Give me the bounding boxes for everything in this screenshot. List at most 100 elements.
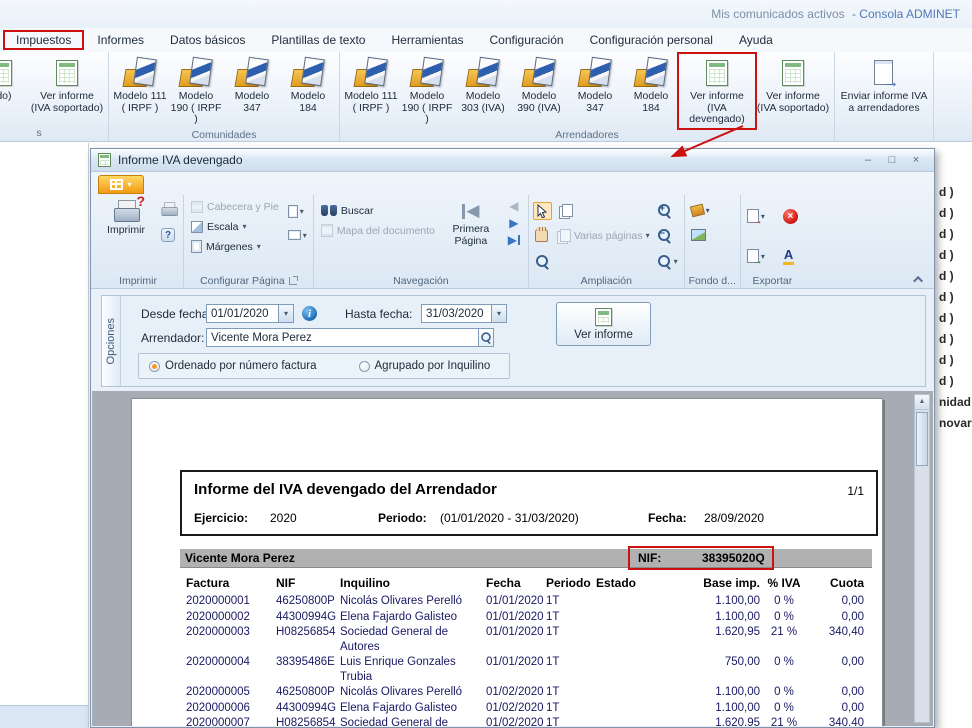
page-layout-button[interactable] (557, 202, 650, 220)
hand-tool-button[interactable] (533, 227, 552, 245)
options-tab[interactable]: Opciones (102, 296, 121, 386)
pointer-tool-button[interactable] (533, 202, 552, 220)
info-icon[interactable]: i (302, 306, 317, 321)
ribbon-button-ver-informe-iva-devengado[interactable]: Ver informe (IVA devengado) (679, 54, 755, 128)
ribbon-button-modelo-184[interactable]: Modelo 184 (623, 54, 679, 116)
ribbon-button-label: Ver informe (IVA soportado) (30, 91, 104, 114)
ribbon-button-modelo-347[interactable]: Modelo 347 (567, 54, 623, 116)
ribbon-button-modelo-303-iva[interactable]: Modelo 303 (IVA) (455, 54, 511, 116)
mapa-documento-button[interactable]: Mapa del documento (318, 221, 438, 240)
orientation-dropdown[interactable]: ▾ (286, 226, 309, 244)
document-map-icon (321, 224, 333, 237)
model-icon (411, 58, 443, 88)
radio-ordenado-label: Ordenado por número factura (165, 360, 317, 372)
next-page-button[interactable]: ▶ (504, 216, 524, 231)
close-circle-icon: × (783, 209, 798, 224)
ribbon-button-modelo-111-irpf[interactable]: Modelo 111 ( IRPF ) (343, 54, 399, 116)
last-page-button[interactable]: ▶ (504, 233, 524, 248)
radio-ordenado-numero[interactable]: Ordenado por número factura (149, 360, 317, 372)
zoom-dropdown[interactable]: ▾ (655, 252, 680, 270)
ribbon-button-modelo-190-irpf[interactable]: Modelo 190 ( IRPF ) (168, 54, 224, 128)
hasta-fecha-value: 31/03/2020 (422, 308, 491, 320)
varias-paginas-dropdown[interactable]: Varias páginas ▾ (557, 229, 650, 242)
vertical-scrollbar[interactable]: ▲ (914, 394, 930, 723)
watermark-icon (691, 229, 706, 241)
report-title: Informe del IVA devengado del Arrendador (194, 481, 497, 498)
buscar-button[interactable]: Buscar (318, 201, 438, 220)
ribbon-button-modelo-390-iva[interactable]: Modelo 390 (IVA) (511, 54, 567, 116)
previous-page-button[interactable]: ◀ (504, 199, 524, 214)
ver-informe-button[interactable]: Ver informe (556, 302, 651, 346)
arrendador-search-button[interactable] (478, 329, 493, 346)
cell: 0,00 (808, 685, 866, 701)
cell: 2020000006 (186, 701, 276, 717)
cell: Elena Fajardo Galisteo (340, 701, 486, 717)
minimize-button[interactable]: – (858, 152, 878, 168)
print-help-button[interactable]: ? (159, 226, 179, 244)
zoom-tool-button[interactable] (533, 252, 552, 270)
menu-item-herramientas[interactable]: Herramientas (378, 30, 476, 50)
escala-dropdown[interactable]: Escala ▾ (188, 217, 282, 236)
watermark-button[interactable] (689, 226, 736, 244)
close-button[interactable]: × (906, 152, 926, 168)
desde-fecha-combobox[interactable]: 01/01/2020 ▾ (206, 304, 294, 323)
ribbon-button-modelo-347[interactable]: Modelo 347 (224, 54, 280, 116)
imprimir-button[interactable]: ? Imprimir (97, 197, 155, 273)
menu-item-informes[interactable]: Informes (84, 30, 157, 50)
cell: 1T (546, 625, 596, 655)
ribbon-button-modelo-190-irpf[interactable]: Modelo 190 ( IRPF ) (399, 54, 455, 128)
ribbon-button-modelo-184[interactable]: Modelo 184 (280, 54, 336, 116)
menu-item-ayuda[interactable]: Ayuda (726, 30, 786, 50)
cell: H08256854 (276, 625, 340, 655)
maximize-button[interactable]: □ (882, 152, 902, 168)
export-document-dropdown[interactable]: ▾ (745, 207, 767, 225)
hasta-fecha-combobox[interactable]: 31/03/2020 ▾ (421, 304, 507, 323)
send-email-dropdown[interactable]: ▾ (745, 247, 767, 265)
margenes-dropdown[interactable]: Márgenes ▾ (188, 237, 282, 256)
left-panel (0, 143, 89, 728)
close-preview-button[interactable]: × (781, 207, 800, 225)
background-color-dropdown[interactable]: ▾ (689, 201, 736, 219)
menu-item-configuraci-n-personal[interactable]: Configuración personal (577, 30, 726, 50)
cell: 1.100,00 (650, 610, 762, 626)
pages-icon (559, 204, 573, 217)
scroll-up-button[interactable]: ▲ (915, 395, 929, 410)
zoom-out-icon: − (657, 228, 672, 243)
column-header-factura: Factura (186, 576, 276, 594)
zoom-out-button[interactable]: − (655, 227, 680, 245)
imprimir-label: Imprimir (107, 225, 145, 237)
quick-print-button[interactable] (159, 202, 179, 220)
cell: 1T (546, 594, 596, 610)
chevron-down-icon: ▾ (243, 222, 247, 231)
scrollbar-thumb[interactable] (916, 412, 928, 466)
cell: 38395486E (276, 655, 340, 685)
dialog-launcher-icon[interactable] (289, 277, 297, 285)
ejercicio-value: 2020 (270, 511, 297, 525)
ribbon-button-enviar-informe-iva-a-arrendadores[interactable]: Enviar informe IVA a arrendadores (838, 54, 930, 116)
arrendador-input[interactable]: Vicente Mora Perez (206, 328, 494, 347)
ribbon-button-modelo-111-irpf[interactable]: Modelo 111 ( IRPF ) (112, 54, 168, 116)
export-email-icon (747, 249, 759, 263)
app-menu-button[interactable]: ▾ (98, 175, 144, 194)
dialog-title-bar[interactable]: Informe IVA devengado – □ × (91, 149, 934, 172)
radio-agrupado-inquilino[interactable]: Agrupado por Inquilino (359, 360, 491, 372)
combo-dropdown-button[interactable]: ▾ (278, 305, 293, 322)
primera-pagina-button[interactable]: ◀ Primera Página (442, 197, 500, 273)
cabecera-pie-button[interactable]: Cabecera y Pie (188, 197, 282, 216)
zoom-in-button[interactable]: + (655, 202, 680, 220)
column-header-iva: % IVA (762, 576, 808, 594)
combo-dropdown-button[interactable]: ▾ (491, 305, 506, 322)
clipped-label-fragment: d ) (939, 353, 972, 374)
ribbon-button-ado[interactable]: ado) (0, 54, 29, 105)
menu-item-plantillas-de-texto[interactable]: Plantillas de texto (258, 30, 378, 50)
collapse-ribbon-button[interactable] (912, 273, 926, 285)
cell: 1T (546, 716, 596, 726)
paper-size-dropdown[interactable]: ▾ (286, 202, 309, 220)
menu-item-datos-b-sicos[interactable]: Datos básicos (157, 30, 258, 50)
ribbon-button-ver-informe-iva-soportado[interactable]: Ver informe (IVA soportado) (29, 54, 105, 116)
ribbon-button-ver-informe-iva-soportado[interactable]: Ver informe (IVA soportado) (755, 54, 831, 116)
dialog-toolbar: ? Imprimir ? Imprimir (91, 195, 934, 288)
menu-item-impuestos[interactable]: Impuestos (3, 30, 84, 50)
menu-item-configuraci-n[interactable]: Configuración (477, 30, 577, 50)
font-color-button[interactable]: A (781, 247, 800, 265)
